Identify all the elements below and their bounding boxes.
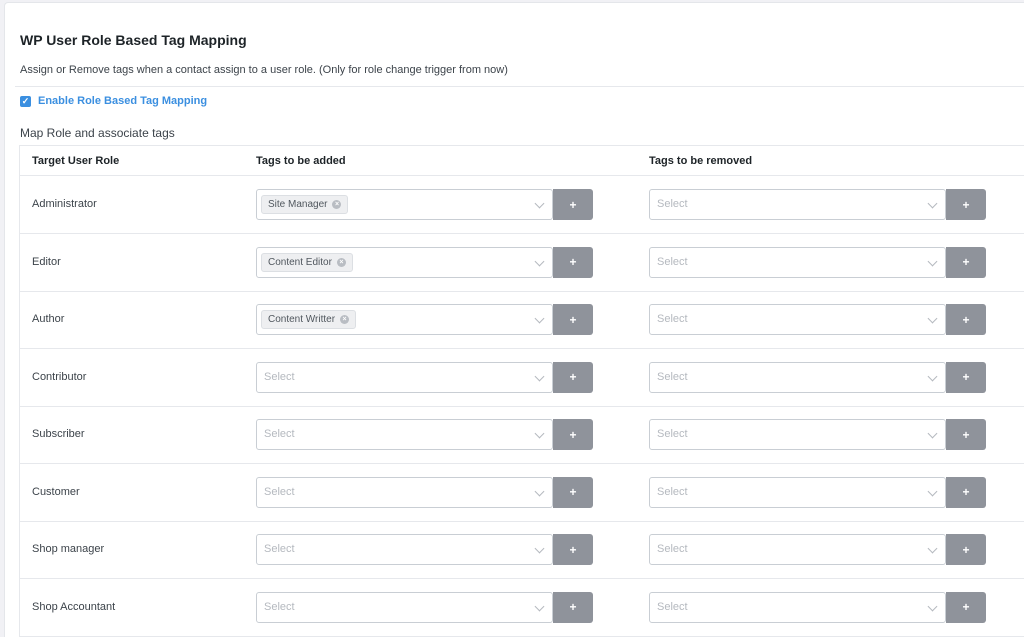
header-tags-to-be-added: Tags to be added: [256, 155, 346, 167]
table-row: Subscriber Select + Select +: [20, 406, 1024, 464]
chevron-down-icon[interactable]: [534, 601, 545, 611]
add-remove-tag-button[interactable]: +: [946, 246, 986, 278]
add-tag-button[interactable]: +: [553, 476, 593, 508]
tags-to-remove-select[interactable]: Select: [649, 534, 946, 565]
tag-chip: Content Writter ×: [261, 310, 357, 329]
add-remove-tag-button[interactable]: +: [946, 476, 986, 508]
add-remove-tag-button[interactable]: +: [946, 591, 986, 623]
chevron-down-icon[interactable]: [927, 313, 938, 324]
select-placeholder: Select: [657, 255, 688, 268]
role-tag-mapping-table: Target User Role Tags to be added Tags t…: [19, 145, 1024, 637]
section-title: Map Role and associate tags: [20, 126, 175, 140]
header-target-user-role: Target User Role: [32, 155, 120, 167]
add-remove-tag-button[interactable]: +: [946, 361, 986, 393]
select-placeholder: Select: [657, 198, 688, 210]
header-tags-to-be-removed: Tags to be removed: [649, 155, 753, 167]
tag-chip-label: Site Manager: [268, 199, 328, 210]
table-row: Shop Accountant Select + Select +: [20, 579, 1024, 637]
enable-role-mapping-toggle[interactable]: ✓ Enable Role Based Tag Mapping: [20, 95, 207, 107]
table-row: Contributor Select + Select +: [20, 349, 1024, 407]
remove-tag-icon[interactable]: ×: [336, 257, 346, 267]
select-placeholder: Select: [657, 313, 688, 325]
select-placeholder: Select: [264, 428, 295, 440]
tags-to-add-select[interactable]: Content Editor ×: [256, 246, 553, 278]
tag-chip: Content Editor ×: [261, 252, 353, 272]
add-tag-button[interactable]: +: [553, 246, 593, 278]
select-placeholder: Select: [264, 370, 295, 383]
tags-to-remove-select[interactable]: Select: [649, 304, 946, 335]
tags-to-remove-select[interactable]: Select: [649, 361, 946, 393]
tags-to-remove-select[interactable]: Select: [649, 591, 946, 623]
divider: [15, 86, 1024, 87]
select-placeholder: Select: [657, 485, 688, 498]
add-remove-tag-button[interactable]: +: [946, 189, 986, 220]
tags-to-add-select[interactable]: Content Writter ×: [256, 304, 553, 335]
checkbox-checked-icon[interactable]: ✓: [20, 95, 31, 107]
tags-to-add-select[interactable]: Select: [256, 591, 553, 623]
chevron-down-icon[interactable]: [534, 313, 545, 324]
remove-tag-icon[interactable]: ×: [340, 315, 350, 324]
tag-chip-label: Content Writter: [268, 314, 336, 325]
chevron-down-icon[interactable]: [927, 601, 938, 611]
chevron-down-icon[interactable]: [927, 371, 938, 381]
table-row: Shop manager Select + Select +: [20, 521, 1024, 579]
tag-mapping-panel: WP User Role Based Tag Mapping Assign or…: [4, 2, 1024, 637]
add-tag-button[interactable]: +: [553, 419, 593, 450]
chevron-down-icon[interactable]: [927, 256, 938, 266]
select-placeholder: Select: [657, 600, 688, 613]
select-placeholder: Select: [657, 543, 688, 555]
table-row: Customer Select + Select +: [20, 464, 1024, 522]
chevron-down-icon[interactable]: [534, 543, 545, 554]
select-placeholder: Select: [264, 600, 295, 613]
remove-tag-icon[interactable]: ×: [332, 200, 342, 209]
tags-to-add-select[interactable]: Select: [256, 419, 553, 450]
select-placeholder: Select: [264, 485, 295, 498]
chevron-down-icon[interactable]: [927, 543, 938, 554]
page-description: Assign or Remove tags when a contact ass…: [20, 64, 508, 76]
page-title: WP User Role Based Tag Mapping: [20, 32, 247, 48]
role-name: Administrator: [32, 198, 97, 210]
add-tag-button[interactable]: +: [553, 361, 593, 393]
add-tag-button[interactable]: +: [553, 534, 593, 565]
role-name: Customer: [32, 485, 80, 498]
select-placeholder: Select: [264, 543, 295, 555]
chevron-down-icon[interactable]: [534, 256, 545, 266]
add-tag-button[interactable]: +: [553, 591, 593, 623]
table-header: Target User Role Tags to be added Tags t…: [20, 146, 1024, 176]
table-row: Administrator Site Manager × + Select +: [20, 176, 1024, 234]
tags-to-remove-select[interactable]: Select: [649, 419, 946, 450]
chevron-down-icon[interactable]: [927, 198, 938, 209]
enable-role-mapping-label[interactable]: Enable Role Based Tag Mapping: [38, 95, 207, 107]
chevron-down-icon[interactable]: [534, 371, 545, 381]
chevron-down-icon[interactable]: [534, 486, 545, 496]
add-remove-tag-button[interactable]: +: [946, 419, 986, 450]
chevron-down-icon[interactable]: [927, 428, 938, 439]
tags-to-add-select[interactable]: Select: [256, 361, 553, 393]
role-name: Shop manager: [32, 543, 105, 555]
tags-to-remove-select[interactable]: Select: [649, 189, 946, 220]
add-remove-tag-button[interactable]: +: [946, 304, 986, 335]
tags-to-add-select[interactable]: Site Manager ×: [256, 189, 553, 220]
tag-chip: Site Manager ×: [261, 195, 349, 214]
tag-chip-label: Content Editor: [268, 256, 332, 268]
chevron-down-icon[interactable]: [534, 428, 545, 439]
add-tag-button[interactable]: +: [553, 189, 593, 220]
table-row: Author Content Writter × + Select +: [20, 291, 1024, 349]
tags-to-add-select[interactable]: Select: [256, 476, 553, 508]
add-remove-tag-button[interactable]: +: [946, 534, 986, 565]
add-tag-button[interactable]: +: [553, 304, 593, 335]
role-name: Contributor: [32, 370, 87, 383]
select-placeholder: Select: [657, 370, 688, 383]
select-placeholder: Select: [657, 428, 688, 440]
role-name: Author: [32, 313, 65, 325]
role-name: Shop Accountant: [32, 600, 116, 613]
chevron-down-icon[interactable]: [534, 198, 545, 209]
tags-to-remove-select[interactable]: Select: [649, 476, 946, 508]
tags-to-add-select[interactable]: Select: [256, 534, 553, 565]
tags-to-remove-select[interactable]: Select: [649, 246, 946, 278]
role-name: Subscriber: [32, 428, 85, 440]
chevron-down-icon[interactable]: [927, 486, 938, 496]
table-row: Editor Content Editor × + Select +: [20, 234, 1024, 292]
role-name: Editor: [32, 255, 61, 268]
